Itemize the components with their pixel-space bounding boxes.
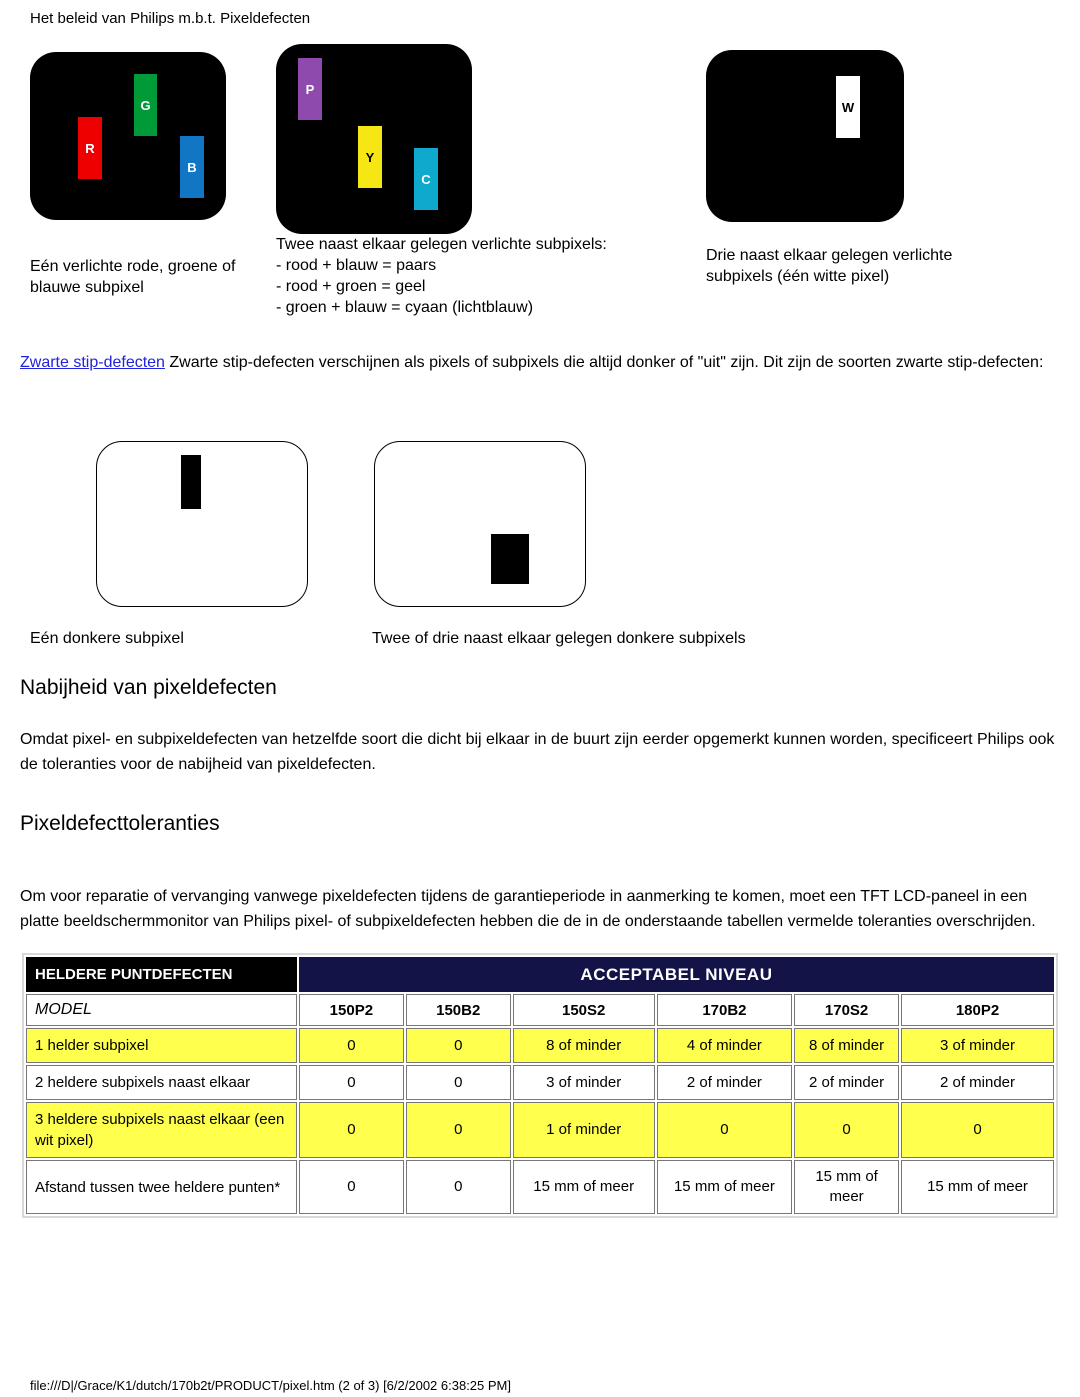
dark-panel-2-caption: Twee of drie naast elkaar gelegen donker…: [372, 630, 746, 647]
dark-panel-multi-subpixel: [374, 441, 586, 607]
table-row-label: 1 helder subpixel: [26, 1028, 297, 1063]
bright-defect-panels: R G B P Y C W: [0, 44, 1080, 234]
table-cell: 0: [794, 1102, 900, 1158]
table-model-170b2: 170B2: [656, 994, 793, 1026]
blackdot-link[interactable]: Zwarte stip-defecten: [20, 354, 165, 371]
table-cell: 0: [656, 1102, 793, 1158]
table-cell: 2 of minder: [901, 1065, 1054, 1100]
table-row-label: 3 heldere subpixels naast elkaar (een wi…: [26, 1102, 297, 1158]
dark-subpixel-single: [181, 455, 201, 509]
dark-subpixel-group: [491, 534, 529, 584]
table-cell: 0: [298, 1102, 404, 1158]
bright-panel-1-caption: Eén verlichte rode, groene of blauwe sub…: [30, 258, 236, 296]
table-model-label: MODEL: [26, 994, 297, 1026]
table-cell: 0: [298, 1160, 404, 1214]
table-cell: 0: [298, 1065, 404, 1100]
table-row: 2 heldere subpixels naast elkaar 0 0 3 o…: [26, 1065, 1054, 1100]
table-header-right: ACCEPTABEL NIVEAU: [298, 957, 1054, 992]
table-cell: 8 of minder: [512, 1028, 655, 1063]
table-cell: 0: [405, 1028, 511, 1063]
blackdot-paragraph-text: Zwarte stip-defecten verschijnen als pix…: [164, 354, 1044, 371]
subpixel-cyan: C: [414, 148, 438, 210]
paragraph-nabijheid: Omdat pixel- en subpixeldefecten van het…: [20, 731, 1055, 773]
subpixel-blue: B: [180, 136, 204, 198]
table-cell: 15 mm of meer: [512, 1160, 655, 1214]
bright-panel-2-caption: Twee naast elkaar gelegen verlichte subp…: [276, 234, 706, 318]
heading-toleranties: Pixeldefecttoleranties: [20, 812, 220, 835]
bright-panel-2-caption-line-2: - rood + groen = geel: [276, 278, 426, 295]
table-header-left: HELDERE PUNTDEFECTEN: [26, 957, 297, 992]
page-root: Het beleid van Philips m.b.t. Pixeldefec…: [0, 0, 1080, 1397]
page-title: Het beleid van Philips m.b.t. Pixeldefec…: [30, 10, 311, 27]
subpixel-green: G: [134, 74, 157, 136]
dark-panel-single-subpixel: [96, 441, 308, 607]
bright-panel-single-subpixel: R G B: [30, 52, 226, 220]
blackdot-paragraph: Zwarte stip-defecten Zwarte stip-defecte…: [20, 350, 1065, 375]
table-cell: 0: [901, 1102, 1054, 1158]
paragraph-toleranties: Om voor reparatie of vervanging vanwege …: [20, 888, 1036, 930]
table-row: Afstand tussen twee heldere punten* 0 0 …: [26, 1160, 1054, 1214]
table-model-150b2: 150B2: [405, 994, 511, 1026]
table-cell: 0: [405, 1102, 511, 1158]
table-cell: 8 of minder: [794, 1028, 900, 1063]
subpixel-yellow: Y: [358, 126, 382, 188]
heading-nabijheid: Nabijheid van pixeldefecten: [20, 676, 277, 699]
table-cell: 1 of minder: [512, 1102, 655, 1158]
table-model-150s2: 150S2: [512, 994, 655, 1026]
subpixel-purple: P: [298, 58, 322, 120]
table-cell: 3 of minder: [901, 1028, 1054, 1063]
table-model-180p2: 180P2: [901, 994, 1054, 1026]
table-cell: 2 of minder: [656, 1065, 793, 1100]
dark-defect-panels: [0, 437, 1080, 612]
table-model-150p2: 150P2: [298, 994, 404, 1026]
table-model-row: MODEL 150P2 150B2 150S2 170B2 170S2 180P…: [26, 994, 1054, 1026]
table-cell: 0: [405, 1065, 511, 1100]
subpixel-white: W: [836, 76, 860, 138]
table-cell: 15 mm of meer: [656, 1160, 793, 1214]
dark-panel-1-caption: Eén donkere subpixel: [30, 630, 184, 647]
bright-panel-2-caption-line-3: - groen + blauw = cyaan (lichtblauw): [276, 299, 534, 316]
table-cell: 0: [298, 1028, 404, 1063]
bright-panel-3-caption: Drie naast elkaar gelegen verlichte subp…: [706, 247, 953, 285]
table-row: 1 helder subpixel 0 0 8 of minder 4 of m…: [26, 1028, 1054, 1063]
table-cell: 3 of minder: [512, 1065, 655, 1100]
bright-panel-three-subpixels: W: [706, 50, 904, 222]
table-row: 3 heldere subpixels naast elkaar (een wi…: [26, 1102, 1054, 1158]
table-cell: 4 of minder: [656, 1028, 793, 1063]
pixel-defect-table-wrapper: HELDERE PUNTDEFECTEN ACCEPTABEL NIVEAU M…: [22, 953, 1058, 1218]
table-cell: 2 of minder: [794, 1065, 900, 1100]
bright-panel-2-caption-lead: Twee naast elkaar gelegen verlichte subp…: [276, 236, 607, 253]
status-bar-path: file:///D|/Grace/K1/dutch/170b2t/PRODUCT…: [30, 1378, 511, 1393]
table-cell: 15 mm of meer: [794, 1160, 900, 1214]
pixel-defect-table: HELDERE PUNTDEFECTEN ACCEPTABEL NIVEAU M…: [22, 953, 1058, 1218]
subpixel-red: R: [78, 117, 102, 179]
table-row-label: Afstand tussen twee heldere punten*: [26, 1160, 297, 1214]
table-row-label: 2 heldere subpixels naast elkaar: [26, 1065, 297, 1100]
bright-panel-two-subpixels: P Y C: [276, 44, 472, 234]
table-cell: 15 mm of meer: [901, 1160, 1054, 1214]
table-model-170s2: 170S2: [794, 994, 900, 1026]
bright-panel-2-caption-line-1: - rood + blauw = paars: [276, 257, 437, 274]
table-cell: 0: [405, 1160, 511, 1214]
table-header-row: HELDERE PUNTDEFECTEN ACCEPTABEL NIVEAU: [26, 957, 1054, 992]
